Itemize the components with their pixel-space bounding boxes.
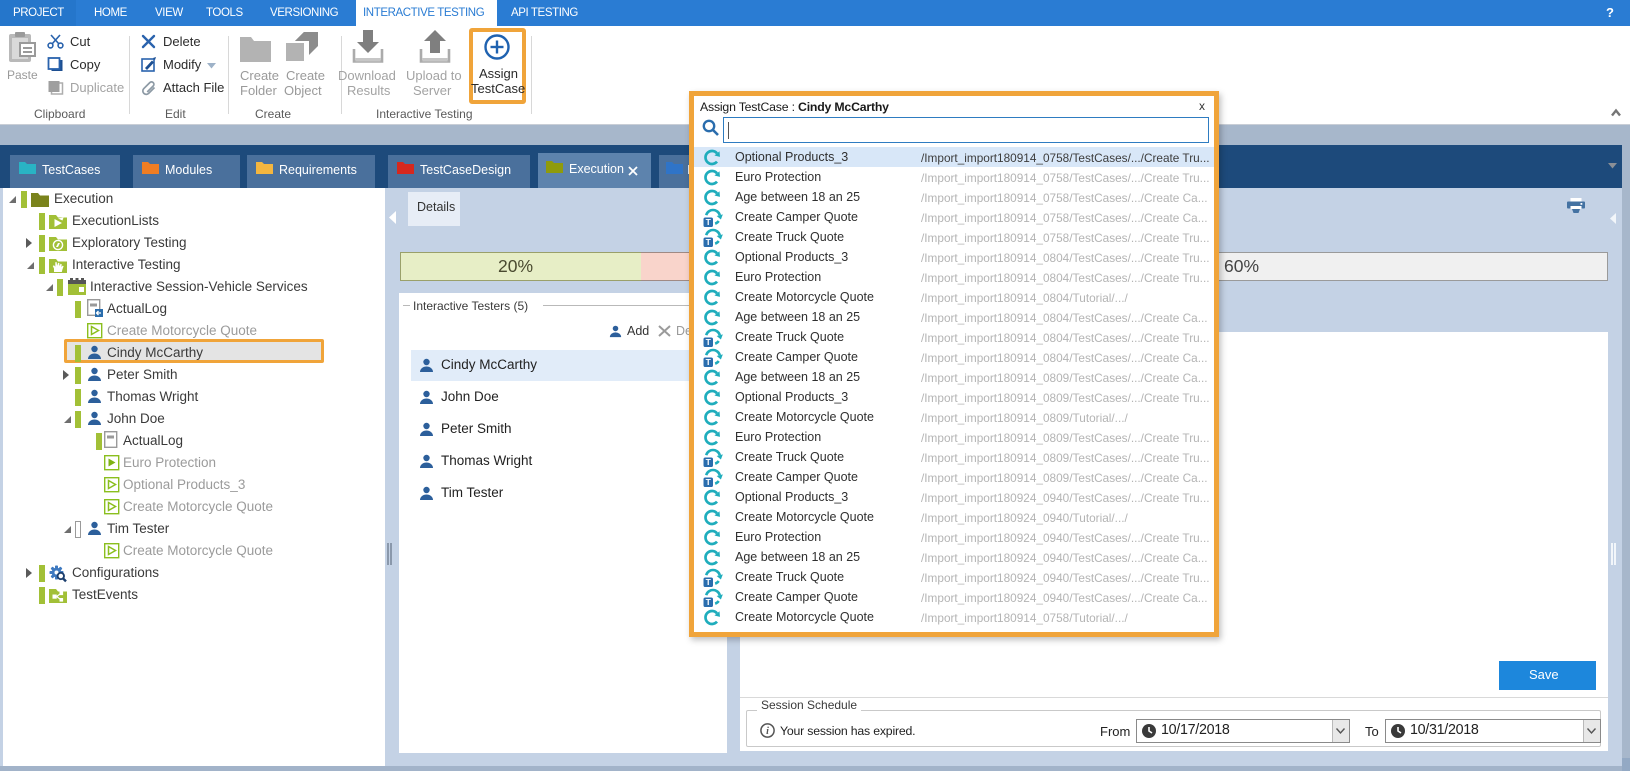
svg-text:T: T [706,577,712,587]
svg-text:T: T [706,597,712,607]
svg-text:T: T [706,337,712,347]
svg-text:i: i [766,726,769,737]
svg-text:T: T [706,457,712,467]
svg-text:T: T [706,477,712,487]
svg-text:T: T [706,357,712,367]
svg-text:T: T [706,217,712,227]
svg-text:T: T [706,237,712,247]
